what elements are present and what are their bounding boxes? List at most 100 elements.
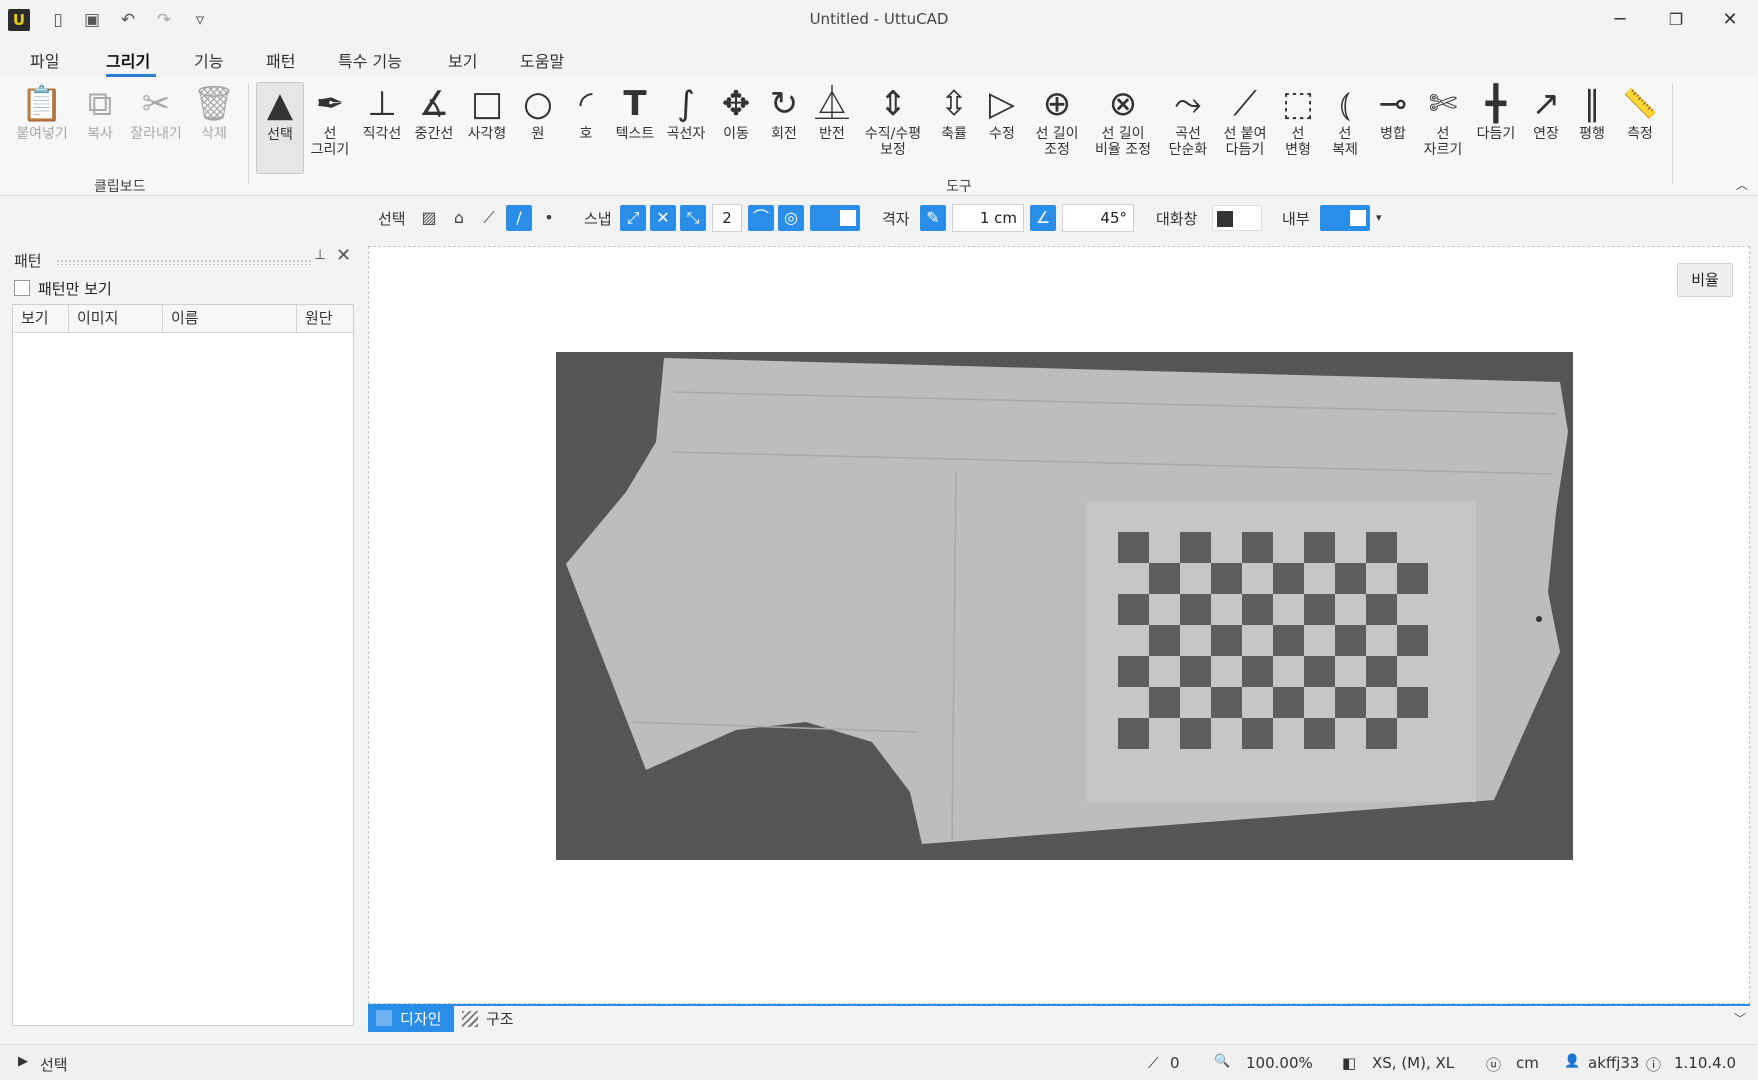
tool-line-transform[interactable]: ⬚ 선 변형 bbox=[1276, 82, 1320, 158]
tool-circle[interactable]: ○ 원 bbox=[514, 82, 562, 142]
pin-icon[interactable]: ⊥ bbox=[314, 247, 326, 263]
tool-line-length-ratio-adjust[interactable]: ⊗ 선 길이 비율 조정 bbox=[1088, 82, 1158, 158]
snap-intersection-icon[interactable]: ✕ bbox=[650, 205, 676, 231]
line-select-icon[interactable]: / bbox=[506, 205, 532, 231]
tool-curve-simplify[interactable]: ⤳ 곡선 단순화 bbox=[1162, 82, 1214, 158]
tab-help[interactable]: 도움말 bbox=[520, 48, 564, 72]
angle-input[interactable]: 45° bbox=[1062, 204, 1134, 232]
tool-arc[interactable]: ◜ 호 bbox=[562, 82, 610, 142]
tool-middle-line[interactable]: ∡ 중간선 bbox=[410, 82, 458, 142]
tool-text[interactable]: T 텍스트 bbox=[610, 82, 660, 142]
redo-icon[interactable]: ↷ bbox=[152, 8, 176, 32]
close-button[interactable]: ✕ bbox=[1706, 4, 1754, 36]
collapse-ribbon-icon[interactable]: ︿ bbox=[1736, 176, 1748, 193]
select-option-label: 선택 bbox=[378, 210, 406, 228]
info-icon[interactable]: ⓘ bbox=[1646, 1054, 1661, 1075]
tool-vertical-horizontal-correct[interactable]: ⇕ 수직/수평 보정 bbox=[858, 82, 928, 158]
tool-line-length-adjust[interactable]: ⊕ 선 길이 조정 bbox=[1028, 82, 1086, 158]
column-header-fabric[interactable]: 원단 bbox=[297, 305, 353, 333]
tool-select[interactable]: ▲ 선택 bbox=[256, 82, 304, 174]
tool-rotate[interactable]: ↻ 회전 bbox=[760, 82, 808, 142]
pen-icon: ✒ bbox=[315, 84, 345, 124]
tab-file[interactable]: 파일 bbox=[30, 48, 59, 72]
tape-measure-icon: 📏 bbox=[1622, 87, 1658, 120]
new-file-icon[interactable]: ▯ bbox=[46, 8, 70, 32]
pattern-only-checkbox[interactable] bbox=[14, 280, 30, 296]
tool-merge[interactable]: ⊸ 병합 bbox=[1370, 82, 1416, 142]
minimize-button[interactable]: ─ bbox=[1596, 4, 1644, 36]
paste-button[interactable]: 📋 붙여넣기 bbox=[10, 82, 74, 142]
option-bar: 선택 ▨ ⌂ ⟋ / • 스냅 ⤢ ✕ ⤡ 2 ⌒ ◎ 격자 ✎ 1 cm ∠ … bbox=[0, 197, 1758, 237]
checker-square bbox=[1273, 563, 1304, 594]
tool-line-duplicate[interactable]: ⦅ 선 복제 bbox=[1322, 82, 1368, 158]
column-header-view[interactable]: 보기 bbox=[13, 305, 69, 333]
copy-button[interactable]: ⧉ 복사 bbox=[78, 82, 122, 142]
options-dropdown-icon[interactable]: ▾ bbox=[1376, 211, 1382, 224]
unit[interactable]: cm bbox=[1516, 1054, 1539, 1072]
user-icon: 👤 bbox=[1564, 1054, 1581, 1069]
inner-toggle[interactable] bbox=[1320, 205, 1370, 231]
pattern-photo[interactable] bbox=[556, 352, 1573, 860]
tool-parallel[interactable]: ∥ 평행 bbox=[1570, 82, 1614, 142]
tools-group-label: 도구 bbox=[946, 179, 972, 195]
tool-perpendicular-line[interactable]: ⊥ 직각선 bbox=[358, 82, 406, 142]
tool-line-join-trim[interactable]: ⟋ 선 붙여 다듬기 bbox=[1216, 82, 1274, 158]
tool-measure[interactable]: 📏 측정 bbox=[1616, 82, 1664, 142]
grid-ruler-icon[interactable]: ✎ bbox=[920, 205, 946, 231]
checker-square bbox=[1273, 625, 1304, 656]
image-select-icon[interactable]: ▨ bbox=[416, 205, 442, 231]
snap-midpoint-icon[interactable]: ⤡ bbox=[680, 205, 706, 231]
dialog-toggle[interactable] bbox=[1212, 205, 1262, 231]
column-header-image[interactable]: 이미지 bbox=[69, 305, 163, 333]
tool-extend[interactable]: ↗ 연장 bbox=[1524, 82, 1568, 142]
view-tabs: 디자인 구조 ﹀ bbox=[368, 1004, 1750, 1032]
cut-button[interactable]: ✂ 잘라내기 bbox=[124, 82, 188, 142]
user-name[interactable]: akffj33 bbox=[1588, 1054, 1639, 1072]
snap-endpoint-icon[interactable]: ⤢ bbox=[620, 205, 646, 231]
tab-function[interactable]: 기능 bbox=[194, 48, 223, 72]
chevron-down-icon[interactable]: ﹀ bbox=[1734, 1010, 1746, 1027]
snap-curve-icon[interactable]: ⌒ bbox=[748, 205, 774, 231]
grid-size-input[interactable]: 1 cm bbox=[952, 204, 1024, 232]
checker-square bbox=[1273, 687, 1304, 718]
tab-structure[interactable]: 구조 bbox=[462, 1006, 514, 1032]
polyline-icon[interactable]: ⟋ bbox=[476, 205, 502, 231]
tool-edit[interactable]: ▷ 수정 bbox=[978, 82, 1026, 142]
tab-special-function[interactable]: 특수 기능 bbox=[338, 48, 402, 72]
snap-center-icon[interactable]: ◎ bbox=[778, 205, 804, 231]
line-transform-icon: ⬚ bbox=[1281, 84, 1315, 124]
tool-draw-line[interactable]: ✒ 선 그리기 bbox=[306, 82, 354, 158]
tab-view[interactable]: 보기 bbox=[448, 48, 477, 72]
restore-button[interactable]: ❐ bbox=[1652, 4, 1700, 36]
pattern-piece-icon[interactable]: ⌂ bbox=[446, 205, 472, 231]
app-logo: U bbox=[8, 9, 30, 31]
tool-move[interactable]: ✥ 이동 bbox=[712, 82, 760, 142]
size-list[interactable]: XS, (M), XL bbox=[1372, 1054, 1454, 1072]
snap-divisions-input[interactable]: 2 bbox=[712, 204, 742, 232]
arc-icon: ◜ bbox=[579, 84, 593, 124]
zoom-fit-button[interactable]: 비율 bbox=[1677, 263, 1733, 297]
close-icon[interactable]: ✕ bbox=[336, 245, 351, 266]
zoom-level[interactable]: 100.00% bbox=[1246, 1054, 1313, 1072]
tab-pattern[interactable]: 패턴 bbox=[266, 48, 295, 72]
tool-mirror[interactable]: ⏅ 반전 bbox=[808, 82, 856, 142]
checker-square bbox=[1180, 594, 1211, 625]
angle-icon[interactable]: ∠ bbox=[1030, 205, 1056, 231]
panel-drag-handle[interactable] bbox=[56, 259, 311, 265]
customize-quick-access-icon[interactable]: ▿ bbox=[188, 8, 212, 32]
design-canvas[interactable]: 비율 bbox=[368, 246, 1750, 1004]
point-select-icon[interactable]: • bbox=[536, 205, 562, 231]
column-header-name[interactable]: 이름 bbox=[163, 305, 297, 333]
tab-draw[interactable]: 그리기 bbox=[106, 48, 150, 72]
save-icon[interactable]: ▣ bbox=[80, 8, 104, 32]
tool-shrinkage[interactable]: ⇳ 축률 bbox=[930, 82, 978, 142]
tool-curve-ruler[interactable]: ∫ 곡선자 bbox=[662, 82, 710, 142]
tool-line-cut[interactable]: ✄ 선 자르기 bbox=[1418, 82, 1468, 158]
tool-trim[interactable]: ╋ 다듬기 bbox=[1470, 82, 1522, 142]
line-cut-icon: ✄ bbox=[1428, 84, 1458, 124]
tool-rectangle[interactable]: □ 사각형 bbox=[462, 82, 512, 142]
undo-icon[interactable]: ↶ bbox=[116, 8, 140, 32]
snap-toggle[interactable] bbox=[810, 205, 860, 231]
cursor-arrow-icon: ▲ bbox=[266, 85, 294, 125]
delete-button[interactable]: 🗑 삭제 bbox=[192, 82, 236, 142]
